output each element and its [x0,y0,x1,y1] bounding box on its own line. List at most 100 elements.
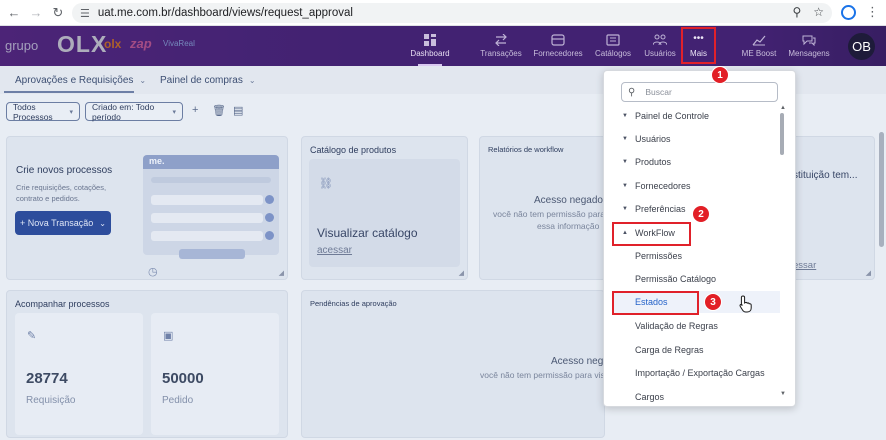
resize-handle-icon[interactable]: ◢ [279,269,284,277]
step-badge-2: 2 [692,205,710,223]
relatorios-denied: Acesso negado [534,195,603,206]
nav-meboost[interactable]: ME Boost [740,26,778,66]
menu-search-input[interactable]: ⚲ Buscar [621,82,778,102]
browser-profile-icon[interactable] [841,5,856,20]
card-novos-desc1: Crie requisições, cotações, [16,183,107,192]
card-pendencias-title: Pendências de aprovação [310,299,397,308]
chart-icon [752,35,766,46]
nav-dashboard-label: Dashboard [410,49,450,58]
card-novos-title: Crie novos processos [16,165,113,176]
nav-fornecedores[interactable]: Fornecedores [533,26,583,66]
menu-item-permissao-catalogo[interactable]: Permissão Catálogo [604,268,784,290]
active-tab-indicator [4,91,134,93]
menu-scrollbar-thumb[interactable] [780,113,784,155]
menu-item-importacao-exportacao[interactable]: Importação / Exportação Cargas [604,362,784,384]
nav-usuarios[interactable]: Usuários [643,26,677,66]
site-info-icon[interactable]: ☰ [80,7,90,20]
menu-item-usuarios[interactable]: ▼ Usuários [604,128,784,150]
card-novos-desc2: contrato e pedidos. [16,194,80,203]
pendencias-denied-line: você não tem permissão para visu [480,370,610,380]
user-avatar[interactable]: OB [848,33,875,60]
relatorios-denied-line1: você não tem permissão para [493,209,605,219]
nav-transacoes-label: Transações [480,49,522,58]
catalogo-acessar-link[interactable]: acessar [317,245,352,256]
resize-handle-icon[interactable]: ◢ [866,269,871,277]
menu-item-produtos[interactable]: ▼ Produtos [604,151,784,173]
nav-dashboard[interactable]: Dashboard [410,26,450,66]
save-icon[interactable]: ▤ [233,104,243,117]
address-bar[interactable]: ☰ uat.me.com.br/dashboard/views/request_… [72,3,832,23]
catalogo-link-title: Visualizar catálogo [317,226,418,240]
link-icon: ⛓ [319,178,333,190]
search-icon: ⚲ [628,86,636,98]
relatorios-denied-line2: essa informação [537,221,600,231]
clock-icon: ◷ [148,266,158,278]
filter-processos[interactable]: Todos Processos ▾ [6,102,80,122]
caret-down-icon: ▼ [622,136,628,142]
menu-item-fornecedores[interactable]: ▼ Fornecedores [604,175,784,197]
url-text[interactable]: uat.me.com.br/dashboard/views/request_ap… [98,7,353,19]
highlight-workflow [612,222,691,246]
nav-mensagens-label: Mensagens [788,49,830,58]
preview-bar [179,249,245,259]
menu-item-label: Carga de Regras [635,345,704,355]
menu-search-placeholder: Buscar [645,87,672,97]
card-acompanhar: Acompanhar processos ✎ 28774 Requisição … [6,290,288,438]
highlight-estados [612,291,699,315]
forward-icon[interactable]: → [25,5,47,20]
stat-requisicao[interactable]: ✎ 28774 Requisição [15,313,143,435]
nav-catalogos-label: Catálogos [594,49,632,58]
trash-icon[interactable]: 🗑 [212,104,226,117]
menu-item-permissoes[interactable]: Permissões [604,245,784,267]
card-catalogo-title: Catálogo de produtos [310,145,397,155]
stat-pedido-value: 50000 [162,370,204,387]
bookmark-star-icon[interactable]: ☆ [813,5,824,19]
add-icon[interactable]: + [192,104,198,116]
back-icon[interactable]: ← [3,5,25,20]
nav-meboost-label: ME Boost [741,49,777,58]
menu-item-cargos[interactable]: Cargos [604,386,784,406]
preview-logo: me. [149,156,165,166]
tab-aprovacoes[interactable]: Aprovações e Requisições ⌄ [15,75,146,86]
card-relatorios-title: Relatórios de workflow [488,145,564,154]
menu-item-label: Fornecedores [635,181,691,191]
page-scrollbar[interactable] [879,132,884,247]
stat-pedido[interactable]: ▣ 50000 Pedido [151,313,279,435]
tab-painel-label: Painel de compras [160,75,243,86]
chevron-down-icon: ⌄ [139,76,147,85]
chevron-down-icon: ⌄ [99,218,106,228]
step-badge-3: 3 [704,293,722,311]
menu-item-painel-controle[interactable]: ▼ Painel de Controle [604,105,784,127]
menu-item-label: Produtos [635,157,672,167]
chevron-down-icon: ⌄ [248,76,256,85]
filter-criado[interactable]: Criado em: Todo período ▾ [85,101,183,122]
reload-icon[interactable]: ↻ [47,5,69,21]
card-catalogo: Catálogo de produtos ⛓ Visualizar catálo… [301,136,468,280]
browser-toolbar: ← → ↻ ☰ uat.me.com.br/dashboard/views/re… [0,0,886,26]
scroll-up-icon[interactable]: ▲ [780,105,786,111]
pendencias-denied: Acesso nega [551,356,609,367]
filter-criado-label: Criado em: Todo período [92,101,155,122]
tab-painel[interactable]: Painel de compras ⌄ [160,75,256,86]
nav-transacoes[interactable]: Transações [479,26,523,66]
nova-transacao-button[interactable]: + Nova Transação ⌄ [15,211,111,235]
nova-transacao-label: + Nova Transação [20,218,94,228]
card-pendencias: Pendências de aprovação Acesso nega você… [301,290,609,438]
menu-item-label: Preferências [635,204,686,214]
nav-mensagens[interactable]: Mensagens [788,26,830,66]
scroll-down-icon[interactable]: ▼ [780,391,786,397]
resize-handle-icon[interactable]: ◢ [459,269,464,277]
card-acompanhar-title: Acompanhar processos [15,299,110,309]
catalog-icon [606,34,620,46]
zoom-icon[interactable]: ⚲ [792,5,801,19]
menu-item-carga-regras[interactable]: Carga de Regras [604,339,784,361]
messages-icon [802,35,816,46]
nav-catalogos[interactable]: Catálogos [594,26,632,66]
card-relatorios: Relatórios de workflow Acesso negado voc… [479,136,606,280]
instituicao-acessar-link[interactable]: essar [793,260,816,271]
browser-menu-icon[interactable]: ⋮ [866,4,879,20]
order-icon: ▣ [163,330,174,342]
menu-item-label: Validação de Regras [635,321,718,331]
menu-item-validacao-regras[interactable]: Validação de Regras [604,315,784,337]
caret-down-icon: ▼ [622,183,628,189]
